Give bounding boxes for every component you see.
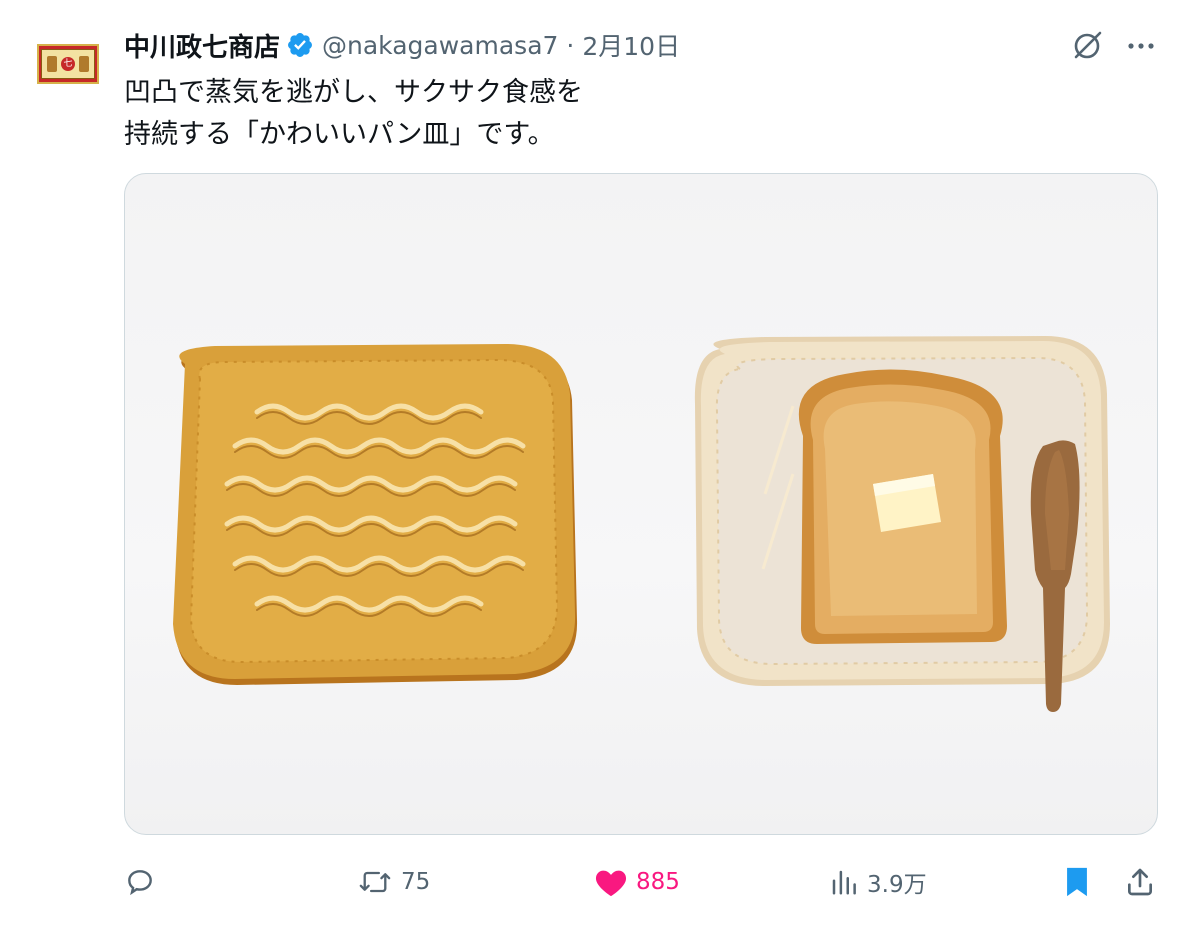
amber-plate (173, 344, 578, 685)
like-icon (595, 870, 627, 897)
avatar-emblem: 七 (41, 49, 95, 79)
retweet-button[interactable]: 75 (357, 862, 430, 902)
like-count: 885 (636, 869, 680, 895)
reply-button[interactable] (124, 862, 156, 902)
avatar[interactable]: 七 (37, 44, 99, 84)
bookmark-button[interactable] (1062, 862, 1092, 902)
tweet-header: 中川政七商店 @nakagawamasa7 · 2月10日 (124, 27, 680, 64)
author-handle[interactable]: @nakagawamasa7 (322, 31, 558, 60)
verified-badge-icon (288, 33, 312, 57)
tweet-image[interactable] (124, 173, 1158, 835)
views-button[interactable]: 3.9万 (829, 862, 927, 902)
tweet-photo (173, 336, 1110, 712)
header-separator: · (566, 30, 575, 60)
bookmark-icon (1067, 867, 1087, 897)
retweet-count: 75 (401, 869, 431, 895)
toast (798, 369, 1007, 644)
grok-button[interactable] (1069, 28, 1105, 64)
reply-icon (128, 870, 152, 896)
retweet-icon (359, 871, 391, 893)
author-name[interactable]: 中川政七商店 (124, 27, 280, 64)
share-icon (1128, 868, 1152, 896)
views-count: 3.9万 (867, 872, 927, 898)
deer-icon (79, 56, 89, 72)
grok-icon (1074, 31, 1102, 59)
more-icon (1128, 43, 1154, 49)
views-icon (832, 870, 856, 895)
tweet-text: 凹凸で蒸気を逃がし、サクサク食感を 持続する「かわいいパン皿」です。 (124, 77, 583, 150)
avatar-seal: 七 (61, 57, 75, 71)
tweet-date[interactable]: 2月10日 (582, 27, 680, 63)
more-button[interactable] (1123, 28, 1159, 64)
deer-icon (47, 56, 57, 72)
tweet-top-actions (1069, 28, 1159, 64)
like-button[interactable]: 885 (594, 862, 680, 902)
share-button[interactable] (1124, 862, 1156, 902)
tweet-action-bar: 75 885 3.9万 (124, 862, 1159, 902)
